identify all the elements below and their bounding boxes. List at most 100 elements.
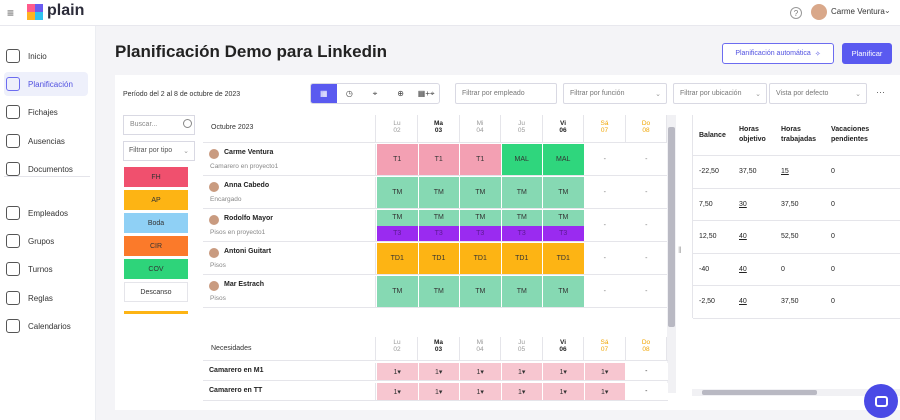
employee-cell[interactable]: Mar Estrach Pisos bbox=[203, 276, 376, 307]
shift-cell[interactable]: TD1 bbox=[501, 243, 543, 274]
help-icon[interactable]: ? bbox=[790, 7, 802, 19]
needs-cell[interactable]: 1▾ bbox=[460, 383, 502, 400]
summary-cell[interactable]: 40 bbox=[739, 266, 747, 273]
plan-button[interactable]: Planificar bbox=[842, 43, 892, 64]
shift-cell[interactable]: - bbox=[585, 177, 626, 208]
user-name[interactable]: Carme Ventura bbox=[831, 7, 885, 16]
shift-cell[interactable]: TM bbox=[460, 210, 502, 226]
employee-cell[interactable]: Rodolfo Mayor Pisos en proyecto1 bbox=[203, 210, 376, 241]
splitter-handle[interactable]: ‖ bbox=[678, 245, 682, 255]
sidebar-item-calendarios[interactable]: Calendarios bbox=[4, 314, 88, 338]
shift-cell[interactable]: TD1 bbox=[460, 243, 502, 274]
needs-cell[interactable]: 1▾ bbox=[377, 383, 419, 400]
summary-cell[interactable]: 40 bbox=[739, 298, 747, 305]
shift-cell[interactable]: - bbox=[626, 177, 668, 208]
shift-cell[interactable]: TM bbox=[377, 276, 419, 307]
sidebar-item-grupos[interactable]: Grupos bbox=[4, 229, 88, 253]
shift-cell[interactable]: TM bbox=[543, 276, 585, 307]
shift-cell[interactable]: - bbox=[626, 210, 668, 241]
shift-cell[interactable]: TM bbox=[501, 177, 543, 208]
location-view-icon[interactable]: ⌖ bbox=[362, 84, 388, 103]
shift-cell[interactable]: - bbox=[585, 243, 626, 274]
grid-location-view-icon[interactable]: ▦+⌖ bbox=[413, 84, 439, 103]
shift-cell[interactable]: T3 bbox=[418, 225, 460, 241]
shift-cell[interactable]: TM bbox=[377, 210, 419, 226]
shift-cell[interactable]: T3 bbox=[501, 225, 543, 241]
shift-cell[interactable]: TM bbox=[460, 276, 502, 307]
more-icon[interactable]: ··· bbox=[876, 87, 885, 97]
sidebar-item-turnos[interactable]: Turnos bbox=[4, 257, 88, 281]
shift-cell[interactable]: TM bbox=[501, 210, 543, 226]
summary-cell[interactable]: 40 bbox=[739, 233, 747, 240]
shift-cell[interactable]: TM bbox=[418, 177, 460, 208]
view-select[interactable]: Vista por defecto ⌄ bbox=[769, 83, 867, 104]
shift-cell[interactable]: TM bbox=[543, 210, 585, 226]
shift-cell[interactable]: T1 bbox=[460, 144, 502, 175]
needs-cell[interactable]: 1▾ bbox=[543, 363, 585, 380]
shift-cell[interactable]: - bbox=[626, 144, 668, 175]
shift-cell[interactable]: T3 bbox=[460, 225, 502, 241]
type-chip[interactable]: CIR bbox=[124, 236, 188, 256]
shift-cell[interactable]: - bbox=[585, 144, 626, 175]
shift-cell[interactable]: TM bbox=[418, 276, 460, 307]
type-filter[interactable]: Filtrar por tipo ⌄ bbox=[123, 141, 195, 161]
type-chip[interactable]: Descanso bbox=[124, 282, 188, 302]
needs-cell[interactable]: 1▾ bbox=[377, 363, 419, 380]
location-filter[interactable]: Filtrar por ubicación ⌄ bbox=[673, 83, 767, 104]
needs-cell[interactable]: 1▾ bbox=[543, 383, 585, 400]
needs-cell[interactable]: 1▾ bbox=[501, 383, 543, 400]
scrollbar-thumb[interactable] bbox=[668, 127, 675, 327]
type-chip[interactable]: Boda bbox=[124, 213, 188, 233]
summary-cell[interactable]: 30 bbox=[739, 201, 747, 208]
employee-cell[interactable]: Carme Ventura Camarero en proyecto1 bbox=[203, 144, 376, 175]
type-chip[interactable]: COV bbox=[124, 259, 188, 279]
shift-cell[interactable]: - bbox=[626, 276, 668, 307]
shift-cell[interactable]: TM bbox=[543, 177, 585, 208]
needs-cell[interactable]: 1▾ bbox=[460, 363, 502, 380]
shift-cell[interactable]: TM bbox=[418, 210, 460, 226]
needs-cell[interactable]: 1▾ bbox=[584, 383, 626, 400]
shift-cell[interactable]: - bbox=[585, 276, 626, 307]
shift-cell[interactable]: - bbox=[626, 243, 668, 274]
menu-icon[interactable]: ≡ bbox=[7, 6, 14, 20]
sidebar-item-reglas[interactable]: Reglas bbox=[4, 286, 88, 310]
shift-cell[interactable]: MAL bbox=[543, 144, 585, 175]
summary-cell[interactable]: 15 bbox=[781, 168, 789, 175]
needs-cell[interactable]: 1▾ bbox=[418, 383, 460, 400]
sidebar-item-planificación[interactable]: Planificación bbox=[4, 72, 88, 96]
vertical-scrollbar[interactable] bbox=[667, 115, 676, 393]
needs-cell[interactable]: - bbox=[626, 363, 668, 380]
shift-cell[interactable]: TD1 bbox=[377, 243, 419, 274]
needs-cell[interactable]: 1▾ bbox=[584, 363, 626, 380]
needs-cell[interactable]: 1▾ bbox=[418, 363, 460, 380]
employee-cell[interactable]: Anna Cabedo Encargado bbox=[203, 177, 376, 208]
shift-cell[interactable]: T1 bbox=[418, 144, 460, 175]
sidebar-item-documentos[interactable]: Documentos bbox=[4, 157, 88, 181]
grid-view-icon[interactable]: ▦ bbox=[311, 84, 337, 103]
shift-cell[interactable]: MAL bbox=[501, 144, 543, 175]
sidebar-item-fichajes[interactable]: Fichajes bbox=[4, 100, 88, 124]
needs-cell[interactable]: - bbox=[626, 383, 668, 400]
shift-cell[interactable]: TM bbox=[501, 276, 543, 307]
zoom-icon[interactable]: ⊕ bbox=[388, 84, 414, 103]
sidebar-item-empleados[interactable]: Empleados bbox=[4, 201, 88, 225]
shift-cell[interactable]: - bbox=[585, 210, 626, 241]
shift-cell[interactable]: T3 bbox=[543, 225, 585, 241]
shift-cell[interactable]: T3 bbox=[377, 225, 419, 241]
function-filter[interactable]: Filtrar por función ⌄ bbox=[563, 83, 667, 104]
shift-cell[interactable]: TM bbox=[377, 177, 419, 208]
shift-cell[interactable]: T1 bbox=[377, 144, 419, 175]
type-chip[interactable]: FH bbox=[124, 167, 188, 187]
chat-button[interactable] bbox=[864, 384, 898, 418]
shift-cell[interactable]: TM bbox=[460, 177, 502, 208]
auto-plan-button[interactable]: Planificación automática ✧ bbox=[722, 43, 834, 64]
employee-filter[interactable]: Filtrar por empleado bbox=[455, 83, 557, 104]
employee-cell[interactable]: Antoni Guitart Pisos bbox=[203, 243, 376, 274]
sidebar-item-ausencias[interactable]: Ausencias bbox=[4, 129, 88, 153]
shift-cell[interactable]: TD1 bbox=[418, 243, 460, 274]
chevron-down-icon[interactable]: ⌄ bbox=[884, 6, 891, 15]
needs-cell[interactable]: 1▾ bbox=[501, 363, 543, 380]
sidebar-item-inicio[interactable]: Inicio bbox=[4, 44, 88, 68]
avatar[interactable] bbox=[811, 4, 827, 20]
type-chip[interactable]: AP bbox=[124, 190, 188, 210]
